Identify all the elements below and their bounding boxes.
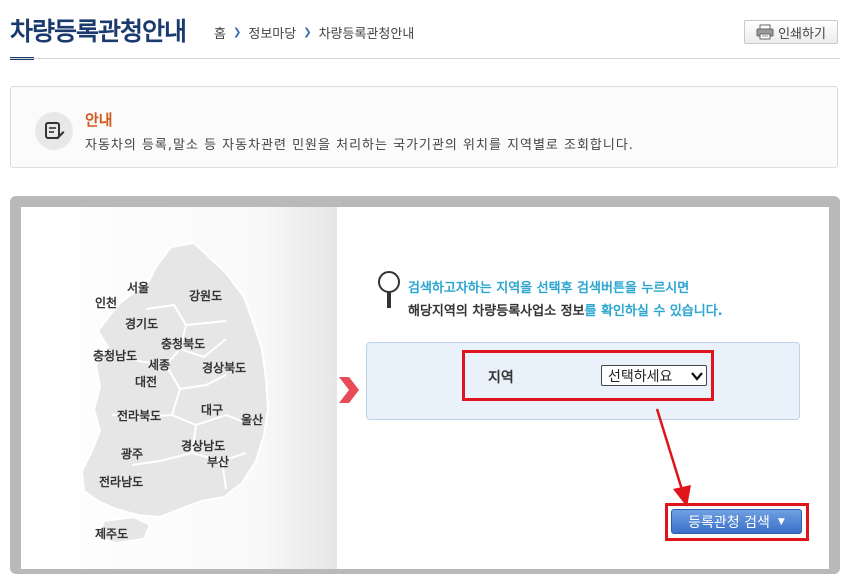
magnifier-icon — [378, 271, 400, 308]
office-search-button[interactable]: 등록관청 검색 ▼ — [671, 509, 802, 534]
breadcrumb: 홈 ❯ 정보마당 ❯ 차량등록관청안내 — [214, 23, 414, 42]
breadcrumb-info[interactable]: 정보마당 — [248, 23, 296, 42]
region-chungbuk[interactable]: 충청북도 — [161, 335, 205, 352]
panel-inner: 서울 인천 강원도 경기도 충청북도 충청남도 세종 대전 경상북도 전라북도 … — [21, 207, 829, 569]
region-busan[interactable]: 부산 — [207, 453, 229, 470]
region-gangwon[interactable]: 강원도 — [189, 287, 222, 304]
region-daegu[interactable]: 대구 — [201, 401, 223, 418]
korea-map — [80, 241, 270, 545]
region-daejeon[interactable]: 대전 — [135, 373, 157, 390]
print-label: 인쇄하기 — [778, 26, 826, 42]
guide-line-2: 해당지역의 차량등록사업소 정보를 확인하실 수 있습니다. — [408, 300, 723, 319]
chevron-right-icon — [339, 377, 359, 403]
search-button-label: 등록관청 검색 — [688, 514, 770, 531]
notice-title: 안내 — [85, 111, 113, 129]
region-search-panel: 서울 인천 강원도 경기도 충청북도 충청남도 세종 대전 경상북도 전라북도 … — [10, 196, 840, 574]
guide-line-2-prefix: 해당지역의 차량등록사업소 정보 — [408, 304, 585, 319]
header-divider — [10, 58, 840, 59]
region-gyeongbuk[interactable]: 경상북도 — [202, 359, 246, 376]
notice-text: 자동차의 등록,말소 등 자동차관련 민원을 처리하는 국가기관의 위치를 지역… — [85, 138, 634, 153]
region-jeonnam[interactable]: 전라남도 — [99, 473, 143, 490]
print-button[interactable]: 인쇄하기 — [744, 20, 838, 44]
chevron-right-icon: ❯ — [303, 27, 312, 38]
region-select[interactable]: 선택하세요 — [601, 365, 707, 386]
region-chungnam[interactable]: 충청남도 — [93, 347, 137, 364]
notice-box: 안내 자동차의 등록,말소 등 자동차관련 민원을 처리하는 국가기관의 위치를… — [10, 86, 838, 168]
region-incheon[interactable]: 인천 — [95, 294, 117, 311]
region-select-value: 선택하세요 — [608, 368, 673, 385]
notepad-pencil-icon — [35, 112, 73, 150]
chevron-right-icon: ❯ — [232, 27, 242, 38]
region-jeonbuk[interactable]: 전라북도 — [117, 407, 161, 424]
region-ulsan[interactable]: 울산 — [241, 411, 263, 428]
region-label: 지역 — [488, 370, 514, 386]
region-sejong[interactable]: 세종 — [148, 356, 170, 373]
guide-line-1: 검색하고자하는 지역을 선택후 검색버튼을 누르시면 — [408, 281, 690, 296]
breadcrumb-home[interactable]: 홈 — [214, 23, 226, 42]
chevron-down-icon — [691, 371, 703, 381]
region-gyeongnam[interactable]: 경상남도 — [181, 437, 225, 454]
region-gwangju[interactable]: 광주 — [121, 445, 143, 462]
region-jeju[interactable]: 제주도 — [95, 525, 128, 542]
annotation-arrow — [655, 408, 691, 507]
caret-down-icon: ▼ — [777, 516, 785, 527]
region-seoul[interactable]: 서울 — [127, 279, 149, 296]
printer-icon — [756, 24, 774, 40]
guide-line-2-suffix: 를 확인하실 수 있습니다. — [584, 304, 723, 319]
page-title: 차량등록관청안내 — [10, 17, 187, 46]
map-page: 서울 인천 강원도 경기도 충청북도 충청남도 세종 대전 경상북도 전라북도 … — [21, 207, 337, 569]
breadcrumb-current: 차량등록관청안내 — [318, 27, 415, 42]
region-gyeonggi[interactable]: 경기도 — [125, 315, 158, 332]
